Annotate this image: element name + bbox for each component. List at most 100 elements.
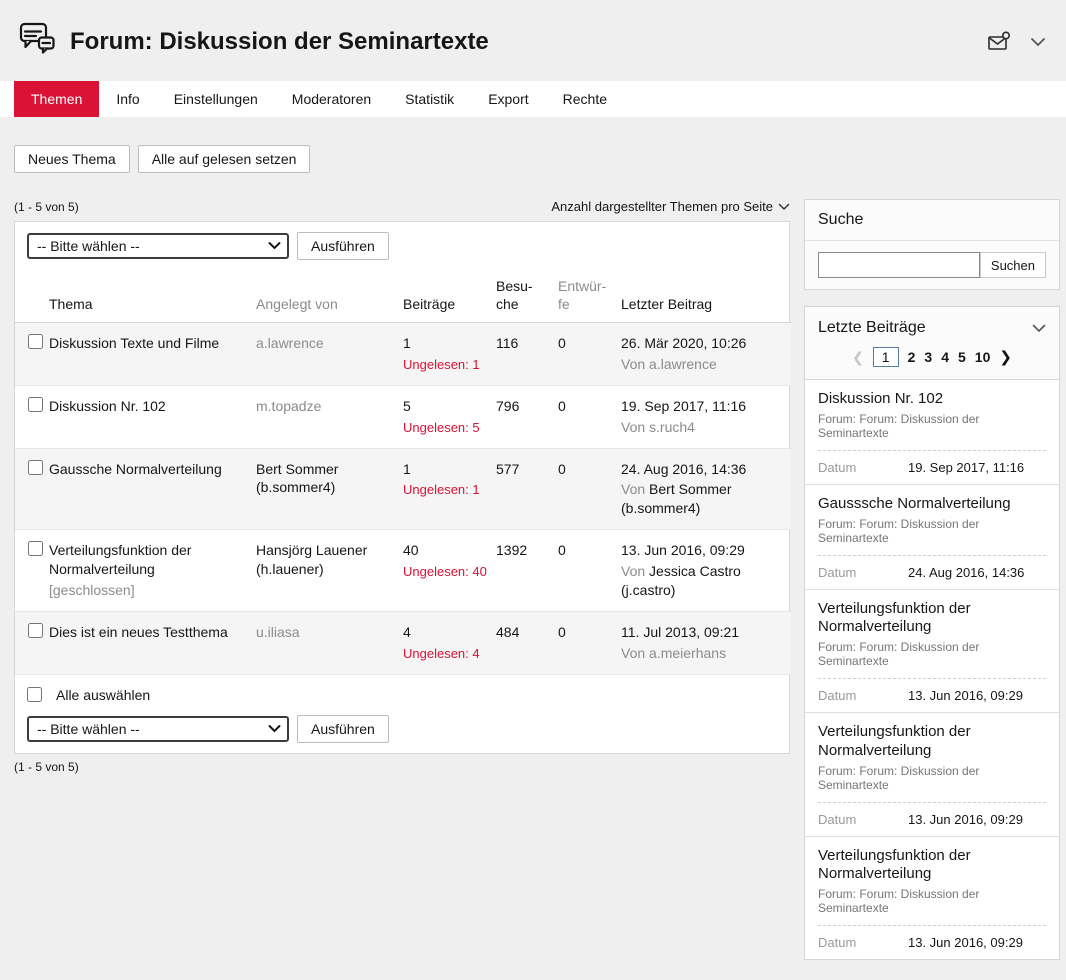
execute-button-top[interactable]: Ausführen: [297, 232, 389, 260]
latest-post-forum: Forum: Forum: Diskussion der Seminartext…: [818, 517, 1046, 545]
per-page-label: Anzahl dargestellter Themen pro Seite: [551, 199, 773, 214]
drafts-count: 0: [558, 335, 566, 351]
chevron-down-icon: [778, 199, 790, 214]
topics-table: Thema Angelegt von Beiträge Besu- che En…: [15, 270, 791, 675]
latest-post-forum: Forum: Forum: Diskussion der Seminartext…: [818, 640, 1046, 668]
topic-title-link[interactable]: Diskussion Texte und Filme: [49, 335, 219, 351]
column-header-angelegt-von[interactable]: Angelegt von: [256, 270, 403, 323]
tab-rechte[interactable]: Rechte: [546, 81, 624, 117]
bulk-action-select-bottom[interactable]: -- Bitte wählen --: [27, 716, 289, 742]
result-range-top: (1 - 5 von 5): [14, 200, 79, 214]
search-panel-header: Suche: [805, 200, 1059, 241]
tab-themen[interactable]: Themen: [14, 81, 99, 117]
row-checkbox[interactable]: [28, 397, 43, 412]
table-header-row: Thema Angelegt von Beiträge Besu- che En…: [15, 270, 791, 323]
topic-title-link[interactable]: Diskussion Nr. 102: [49, 398, 166, 414]
tab-info[interactable]: Info: [99, 81, 156, 117]
list-item: Gausssche Normalverteilung Forum: Forum:…: [805, 485, 1059, 590]
pagination-next-icon[interactable]: ❯: [999, 348, 1012, 366]
pagination-page-link[interactable]: 2: [908, 349, 916, 365]
column-header-thema[interactable]: Thema: [49, 270, 256, 323]
topic-title-link[interactable]: Verteilungsfunktion der Normalverteilung: [49, 542, 191, 577]
column-header-beitraege[interactable]: Beiträge: [403, 270, 496, 323]
topic-creator-link[interactable]: Bert Sommer (b.sommer4): [256, 461, 338, 496]
column-header-letzter-beitrag[interactable]: Letzter Beitrag: [621, 270, 791, 323]
pagination-current-page: 1: [873, 347, 899, 367]
header-actions: [986, 30, 1046, 54]
select-all-row: Alle auswählen: [15, 675, 789, 715]
search-panel: Suche Suchen: [804, 199, 1060, 290]
column-header-besuche[interactable]: Besu- che: [496, 270, 558, 323]
pagination-page-link[interactable]: 3: [924, 349, 932, 365]
drafts-count: 0: [558, 542, 566, 558]
list-item: Verteilungsfunktion der Normalverteilung…: [805, 713, 1059, 837]
search-button[interactable]: Suchen: [980, 252, 1046, 278]
posts-count: 40: [403, 541, 488, 560]
table-row: Verteilungsfunktion der Normalverteilung…: [15, 530, 791, 612]
von-label: Von: [621, 563, 645, 579]
latest-post-title-link[interactable]: Verteilungsfunktion der Normalverteilung: [818, 600, 1046, 638]
tab-export[interactable]: Export: [471, 81, 545, 117]
pagination-page-link[interactable]: 5: [958, 349, 966, 365]
page-title: Forum: Diskussion der Seminartexte: [70, 28, 974, 56]
table-meta-row: (1 - 5 von 5) Anzahl dargestellter Theme…: [14, 199, 790, 214]
tab-moderatoren[interactable]: Moderatoren: [275, 81, 388, 117]
latest-posts-title: Letzte Beiträge: [818, 319, 926, 337]
row-checkbox[interactable]: [28, 541, 43, 556]
table-row: Dies ist ein neues Testthema u.iliasa 4 …: [15, 611, 791, 674]
posts-count: 1: [403, 334, 488, 353]
new-topic-button[interactable]: Neues Thema: [14, 145, 130, 173]
search-input[interactable]: [818, 252, 980, 278]
topic-status: [geschlossen]: [49, 581, 248, 600]
latest-post-title-link[interactable]: Verteilungsfunktion der Normalverteilung: [818, 723, 1046, 761]
dashed-divider: [818, 925, 1046, 926]
visits-count: 484: [496, 624, 519, 640]
unread-count: Ungelesen: 4: [403, 645, 488, 663]
topic-creator: u.iliasa: [256, 624, 300, 640]
column-header-entwuerfe[interactable]: Entwür- fe: [558, 270, 621, 323]
last-post-date: 24. Aug 2016, 14:36: [621, 460, 783, 479]
unread-count: Ungelesen: 5: [403, 419, 488, 437]
execute-button-bottom[interactable]: Ausführen: [297, 715, 389, 743]
row-checkbox[interactable]: [28, 334, 43, 349]
topic-creator: m.topadze: [256, 398, 321, 414]
latest-post-title-link[interactable]: Verteilungsfunktion der Normalverteilung: [818, 847, 1046, 885]
von-label: Von: [621, 645, 645, 661]
tab-statistik[interactable]: Statistik: [388, 81, 471, 117]
topic-title-link[interactable]: Gaussche Normalverteilung: [49, 461, 222, 477]
last-post-author: a.meierhans: [649, 645, 726, 661]
row-checkbox[interactable]: [28, 460, 43, 475]
chevron-down-icon[interactable]: [1032, 324, 1046, 333]
page-header: Forum: Diskussion der Seminartexte: [0, 0, 1066, 81]
von-label: Von: [621, 419, 645, 435]
chevron-down-icon[interactable]: [1030, 37, 1046, 47]
latest-post-title-link[interactable]: Diskussion Nr. 102: [818, 390, 1046, 409]
select-all-checkbox[interactable]: [27, 687, 42, 702]
dashed-divider: [818, 678, 1046, 679]
latest-posts-list: Diskussion Nr. 102 Forum: Forum: Diskuss…: [805, 379, 1059, 959]
latest-posts-pagination: ❮ 1 2 3 4 5 10 ❯: [805, 345, 1059, 379]
topic-title-link[interactable]: Dies ist ein neues Testthema: [49, 624, 228, 640]
von-label: Von: [621, 356, 645, 372]
list-item: Verteilungsfunktion der Normalverteilung…: [805, 590, 1059, 714]
header-checkbox-spacer: [15, 270, 49, 323]
per-page-control[interactable]: Anzahl dargestellter Themen pro Seite: [551, 199, 790, 214]
tab-einstellungen[interactable]: Einstellungen: [157, 81, 275, 117]
search-form: Suchen: [805, 241, 1059, 289]
mark-all-read-button[interactable]: Alle auf gelesen setzen: [138, 145, 311, 173]
pagination-page-link[interactable]: 4: [941, 349, 949, 365]
unread-count: Ungelesen: 1: [403, 481, 488, 499]
topics-section: (1 - 5 von 5) Anzahl dargestellter Theme…: [14, 199, 790, 774]
mail-notification-icon[interactable]: [986, 30, 1012, 54]
last-post-author: a.lawrence: [649, 356, 717, 372]
unread-count: Ungelesen: 1: [403, 356, 488, 374]
last-post-date: 13. Jun 2016, 09:29: [621, 541, 783, 560]
row-checkbox[interactable]: [28, 623, 43, 638]
pagination-page-link[interactable]: 10: [975, 349, 991, 365]
select-all-label: Alle auswählen: [56, 687, 150, 703]
forum-speech-bubbles-icon: [16, 18, 58, 65]
drafts-count: 0: [558, 398, 566, 414]
bulk-action-select-top[interactable]: -- Bitte wählen --: [27, 233, 289, 259]
topic-creator-link[interactable]: Hansjörg Lauener (h.lauener): [256, 542, 367, 577]
latest-post-title-link[interactable]: Gausssche Normalverteilung: [818, 495, 1046, 514]
